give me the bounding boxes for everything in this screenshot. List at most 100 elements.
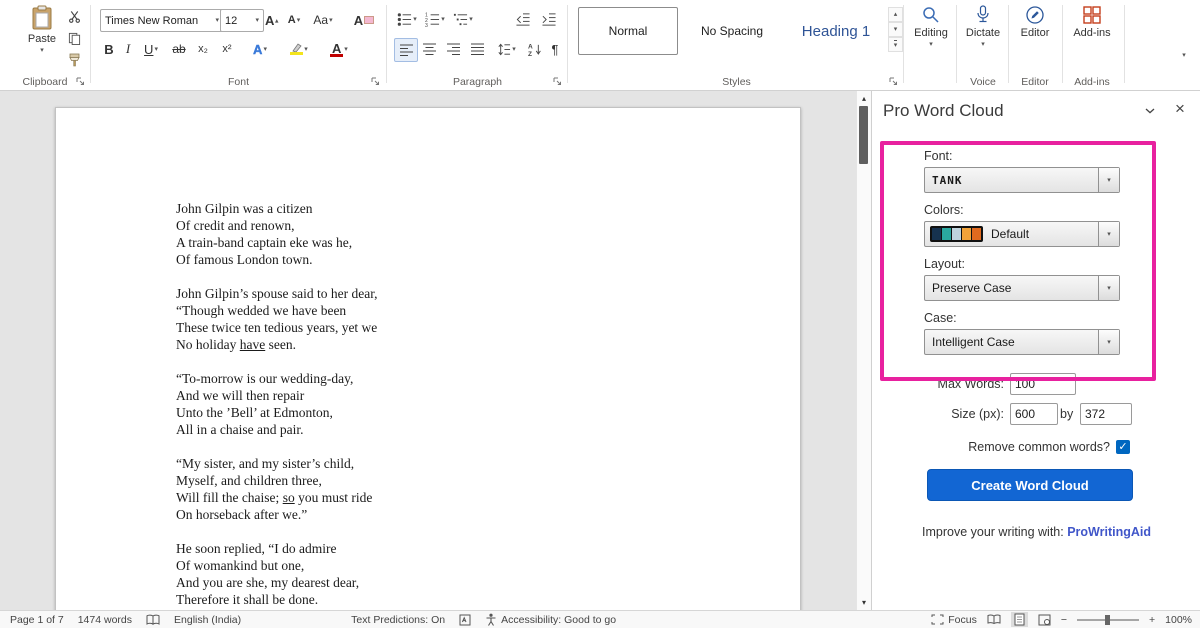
justify-button[interactable]: [466, 38, 488, 60]
zoom-slider[interactable]: [1077, 619, 1139, 621]
font-dropdown[interactable]: TANK ▾: [924, 167, 1120, 193]
sort-button[interactable]: AZ: [524, 38, 546, 60]
bold-button[interactable]: B: [100, 38, 118, 60]
page-number-status[interactable]: Page 1 of 7: [10, 614, 64, 626]
text-effects-button[interactable]: A▾: [246, 38, 274, 60]
styles-gallery-up-button[interactable]: ▴: [888, 7, 903, 22]
document-text: John Gilpin was a citizenOf credit and r…: [176, 200, 378, 610]
create-word-cloud-button[interactable]: Create Word Cloud: [927, 469, 1133, 501]
max-words-label: Max Words:: [912, 377, 1004, 391]
dropdown-arrow-icon[interactable]: ▾: [1098, 168, 1119, 192]
zoom-slider-thumb[interactable]: [1105, 615, 1110, 625]
show-formatting-button[interactable]: ¶: [546, 38, 564, 60]
subscript-button[interactable]: x₂: [192, 38, 214, 60]
clear-formatting-button[interactable]: A: [350, 9, 378, 31]
align-center-button[interactable]: [418, 38, 440, 60]
clipboard-dialog-launcher-icon[interactable]: [76, 77, 85, 86]
print-layout-button[interactable]: [1011, 612, 1028, 627]
superscript-button[interactable]: x²: [216, 38, 238, 60]
accessibility-status-button[interactable]: Accessibility: Good to go: [485, 613, 616, 626]
dropdown-arrow-icon[interactable]: ▾: [1098, 330, 1119, 354]
multilevel-list-button[interactable]: ▾: [450, 8, 476, 30]
font-dialog-launcher-icon[interactable]: [371, 77, 380, 86]
format-painter-button[interactable]: [64, 51, 84, 69]
align-right-button[interactable]: [442, 38, 464, 60]
layout-dropdown[interactable]: Preserve Case ▾: [924, 275, 1120, 301]
color-swatch: [972, 228, 981, 240]
collapse-ribbon-button[interactable]: ▾: [1176, 44, 1192, 66]
editor-button[interactable]: Editor: [1010, 5, 1060, 71]
word-count-status[interactable]: 1474 words: [78, 614, 132, 626]
poem-stanza: He soon replied, “I do admireOf womankin…: [176, 540, 378, 608]
dictate-button[interactable]: Dictate ▾: [958, 5, 1008, 71]
prowritingaid-link[interactable]: ProWritingAid: [1067, 525, 1151, 539]
text-predictions-status[interactable]: Text Predictions: On: [351, 614, 445, 626]
superscript-icon: x²: [222, 43, 231, 55]
zoom-out-button[interactable]: −: [1061, 614, 1067, 626]
font-size-combobox[interactable]: 12 ▾: [220, 9, 264, 32]
scroll-down-icon[interactable]: ▾: [857, 598, 871, 607]
grow-font-button[interactable]: A▾: [262, 9, 282, 31]
paste-button[interactable]: Paste ▾: [18, 5, 66, 71]
max-words-input[interactable]: [1010, 373, 1076, 395]
size-height-input[interactable]: [1080, 403, 1132, 425]
accessibility-status-text: Accessibility: Good to go: [501, 614, 616, 626]
case-dropdown[interactable]: Intelligent Case ▾: [924, 329, 1120, 355]
zoom-percentage[interactable]: 100%: [1165, 614, 1192, 626]
chevron-down-icon: ▾: [1107, 339, 1111, 346]
remove-common-words-checkbox[interactable]: ✓: [1116, 440, 1130, 454]
styles-gallery-more-button[interactable]: ▾: [888, 37, 903, 52]
underline-button[interactable]: U▾: [138, 38, 164, 60]
change-case-button[interactable]: Aa▾: [308, 9, 338, 31]
paragraph-dialog-launcher-icon[interactable]: [553, 77, 562, 86]
style-no-spacing[interactable]: No Spacing: [682, 7, 782, 55]
font-name-value: Times New Roman: [105, 15, 198, 27]
taskpane-chevron-down-icon[interactable]: [1144, 107, 1156, 115]
numbering-button[interactable]: 123 ▾: [422, 8, 448, 30]
layout-field-label: Layout:: [924, 257, 965, 271]
bullets-button[interactable]: ▾: [394, 8, 420, 30]
poem-line: A train-band captain eke was he,: [176, 234, 378, 251]
style-normal[interactable]: Normal: [578, 7, 678, 55]
editing-button[interactable]: Editing ▾: [906, 5, 956, 71]
decrease-indent-button[interactable]: [512, 8, 534, 30]
scrollbar-thumb[interactable]: [859, 106, 868, 164]
language-status[interactable]: English (India): [174, 614, 241, 626]
zoom-in-button[interactable]: +: [1149, 614, 1155, 626]
font-name-combobox[interactable]: Times New Roman ▾: [100, 9, 224, 32]
poem-line: John Gilpin’s spouse said to her dear,: [176, 285, 378, 302]
vertical-scrollbar[interactable]: ▴ ▾: [856, 91, 871, 610]
addins-button[interactable]: Add-ins: [1064, 5, 1120, 71]
strikethrough-button[interactable]: ab: [168, 38, 190, 60]
read-mode-button[interactable]: [987, 614, 1001, 625]
dropdown-arrow-icon[interactable]: ▾: [1098, 276, 1119, 300]
size-width-input[interactable]: [1010, 403, 1058, 425]
cut-button[interactable]: [64, 7, 84, 25]
line-spacing-button[interactable]: ▾: [492, 38, 520, 60]
focus-mode-button[interactable]: Focus: [931, 614, 977, 626]
style-heading-1[interactable]: Heading 1: [786, 7, 886, 55]
colors-dropdown[interactable]: Default ▾: [924, 221, 1120, 247]
poem-line: Therefore it shall be done.: [176, 591, 378, 608]
word-window: Paste ▾ Clipboard Times New Roman ▾: [0, 0, 1200, 628]
styles-gallery-down-button[interactable]: ▾: [888, 22, 903, 37]
shrink-font-button[interactable]: A▾: [284, 9, 304, 31]
scroll-up-icon[interactable]: ▴: [857, 94, 871, 103]
addins-group: Add-ins Add-ins: [1064, 0, 1120, 90]
highlight-button[interactable]: ▾: [282, 38, 316, 60]
dropdown-arrow-icon[interactable]: ▾: [1098, 222, 1119, 246]
web-layout-button[interactable]: [1038, 614, 1051, 626]
align-left-button[interactable]: [394, 38, 418, 62]
italic-button[interactable]: I: [120, 38, 136, 60]
taskpane-close-icon[interactable]: ×: [1175, 99, 1185, 119]
poem-stanza: John Gilpin’s spouse said to her dear,“T…: [176, 285, 378, 353]
copy-button[interactable]: [64, 29, 84, 47]
styles-dialog-launcher-icon[interactable]: [889, 77, 898, 86]
font-color-button[interactable]: A ▾: [322, 38, 356, 60]
proofing-status-button[interactable]: [146, 614, 160, 626]
text-predictions-icon[interactable]: [459, 614, 471, 626]
increase-indent-button[interactable]: [538, 8, 560, 30]
poem-line: No holiday have seen.: [176, 336, 378, 353]
document-page[interactable]: John Gilpin was a citizenOf credit and r…: [55, 107, 801, 610]
poem-line: Of famous London town.: [176, 251, 378, 268]
